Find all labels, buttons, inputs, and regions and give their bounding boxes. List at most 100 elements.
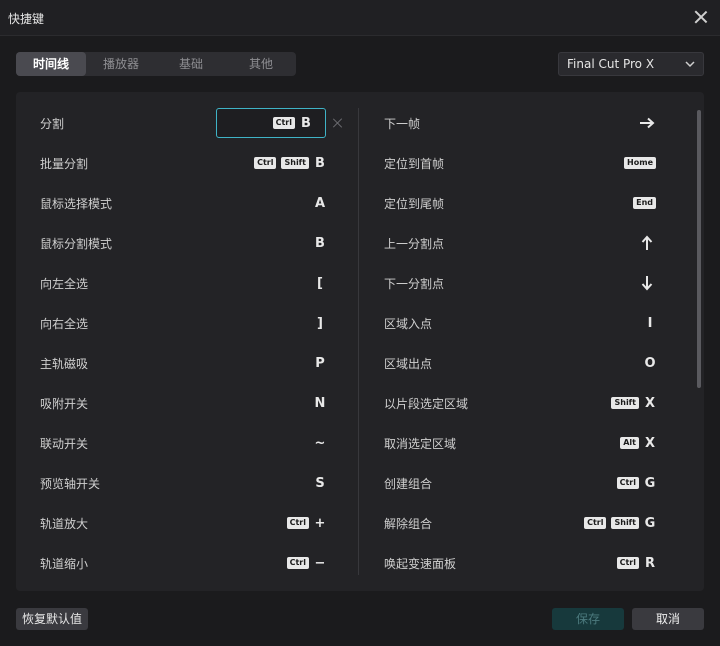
- column-divider: [358, 108, 359, 575]
- shortcut-panel: 分割 Ctrl B 批量分割 Ctrl Shift B 鼠标选择模式 A 鼠标分割模式 B 向左全选 […: [16, 92, 704, 591]
- shortcut-row[interactable]: 上一分割点: [360, 224, 690, 264]
- shortcut-keys: Ctrl Shift B: [254, 153, 326, 173]
- arrow-up-icon: [641, 235, 653, 250]
- shortcut-label: 轨道放大: [40, 517, 89, 531]
- shortcut-label: 下一分割点: [384, 277, 445, 291]
- shortcut-row[interactable]: 创建组合 Ctrl G: [360, 464, 690, 504]
- shortcut-label: 向左全选: [40, 277, 89, 291]
- shortcut-label: 唤起变速面板: [384, 557, 457, 571]
- shortcut-row[interactable]: 下一帧: [360, 104, 690, 144]
- shortcut-keys: O: [644, 353, 656, 373]
- clear-shortcut-icon[interactable]: [332, 117, 344, 129]
- shortcut-keys: B: [314, 233, 326, 253]
- key-label: +: [314, 515, 326, 531]
- shortcut-label: 定位到尾帧: [384, 197, 445, 211]
- arrow-right-icon: [640, 117, 655, 129]
- shortcut-keys: S: [314, 473, 326, 493]
- modifier-key-badge: Ctrl: [272, 117, 295, 129]
- title-bar: 快捷键: [0, 0, 720, 36]
- shortcut-keys: Ctrl B: [272, 113, 312, 133]
- shortcut-row[interactable]: 预览轴开关 S: [16, 464, 358, 504]
- shortcut-label: 创建组合: [384, 477, 433, 491]
- shortcut-label: 上一分割点: [384, 237, 445, 251]
- shortcut-keys: Ctrl R: [616, 553, 656, 573]
- shortcut-label: 分割: [40, 117, 65, 131]
- shortcut-row[interactable]: 向左全选 [: [16, 264, 358, 304]
- arrow-down-icon: [641, 276, 653, 291]
- shortcut-row[interactable]: 主轨磁吸 P: [16, 344, 358, 384]
- shortcut-keys: Shift X: [611, 393, 656, 413]
- tab-basic[interactable]: 基础: [156, 52, 226, 76]
- shortcut-keys: Ctrl +: [286, 513, 326, 533]
- key-label: P: [315, 355, 325, 371]
- key-label: −: [314, 555, 326, 571]
- preset-selected-value: Final Cut Pro X: [567, 57, 655, 71]
- modifier-key-badge: Shift: [611, 397, 639, 409]
- shortcut-label: 轨道缩小: [40, 557, 89, 571]
- shortcut-row[interactable]: 吸附开关 N: [16, 384, 358, 424]
- save-button[interactable]: 保存: [552, 608, 624, 630]
- tab-timeline[interactable]: 时间线: [16, 52, 86, 76]
- shortcut-keys: Ctrl −: [286, 553, 326, 573]
- shortcut-keys: [638, 233, 656, 253]
- shortcut-keys: P: [314, 353, 326, 373]
- shortcut-keys: Ctrl Shift G: [584, 513, 656, 533]
- key-label: ~: [314, 435, 326, 451]
- shortcut-row[interactable]: 鼠标分割模式 B: [16, 224, 358, 264]
- modifier-key-badge: Home: [624, 157, 656, 169]
- key-label: I: [647, 315, 653, 331]
- shortcut-row[interactable]: 批量分割 Ctrl Shift B: [16, 144, 358, 184]
- scrollbar-thumb[interactable]: [697, 110, 701, 388]
- shortcut-row[interactable]: 解除组合 Ctrl Shift G: [360, 504, 690, 544]
- shortcut-label: 下一帧: [384, 117, 421, 131]
- modifier-key-badge: Ctrl: [616, 557, 639, 569]
- shortcut-row[interactable]: 鼠标选择模式 A: [16, 184, 358, 224]
- close-icon[interactable]: [692, 8, 710, 26]
- key-label: [: [317, 275, 323, 291]
- shortcut-keys: [638, 113, 656, 133]
- preset-dropdown[interactable]: Final Cut Pro X: [558, 52, 704, 76]
- shortcut-keys: N: [314, 393, 326, 413]
- shortcut-row[interactable]: 下一分割点: [360, 264, 690, 304]
- key-label: X: [644, 435, 656, 451]
- key-label: R: [644, 555, 655, 571]
- shortcut-keys: [: [314, 273, 326, 293]
- shortcut-label: 主轨磁吸: [40, 357, 89, 371]
- modifier-key-badge: End: [633, 197, 656, 209]
- shortcut-row[interactable]: 联动开关 ~: [16, 424, 358, 464]
- key-label: B: [315, 235, 325, 251]
- shortcut-row[interactable]: 轨道放大 Ctrl +: [16, 504, 358, 544]
- key-label: ]: [317, 315, 323, 331]
- shortcut-row[interactable]: 向右全选]: [16, 304, 358, 344]
- modifier-key-badge: Shift: [281, 157, 309, 169]
- shortcut-label: 区域入点: [384, 317, 433, 331]
- shortcut-label: 定位到首帧: [384, 157, 445, 171]
- shortcut-label: 预览轴开关: [40, 477, 101, 491]
- shortcut-row[interactable]: 分割 Ctrl B: [16, 104, 358, 144]
- shortcut-label: 吸附开关: [40, 397, 89, 411]
- shortcut-keys: Home: [624, 153, 656, 173]
- shortcut-row[interactable]: 以片段选定区域 Shift X: [360, 384, 690, 424]
- shortcut-keys: I: [644, 313, 656, 333]
- dialog-title: 快捷键: [8, 12, 45, 26]
- shortcut-label: 鼠标选择模式: [40, 197, 113, 211]
- shortcut-label: 向右全选: [40, 317, 89, 331]
- shortcut-row[interactable]: 区域入点 I: [360, 304, 690, 344]
- shortcut-row[interactable]: 轨道缩小 Ctrl −: [16, 544, 358, 584]
- reset-defaults-button[interactable]: 恢复默认值: [16, 608, 88, 630]
- key-label: B: [315, 155, 325, 171]
- modifier-key-badge: Ctrl: [286, 557, 309, 569]
- shortcut-row[interactable]: 定位到首帧 Home: [360, 144, 690, 184]
- shortcut-keys: ~: [314, 433, 326, 453]
- tab-player[interactable]: 播放器: [86, 52, 156, 76]
- shortcut-row[interactable]: 定位到尾帧 End: [360, 184, 690, 224]
- shortcut-keys: End: [633, 193, 656, 213]
- shortcut-row[interactable]: 区域出点 O: [360, 344, 690, 384]
- shortcut-row[interactable]: 唤起变速面板 Ctrl R: [360, 544, 690, 584]
- cancel-button[interactable]: 取消: [632, 608, 704, 630]
- chevron-down-icon: [685, 61, 695, 68]
- shortcut-row[interactable]: 取消选定区域 Alt X: [360, 424, 690, 464]
- modifier-key-badge: Ctrl: [616, 477, 639, 489]
- key-label: O: [644, 355, 656, 371]
- tab-other[interactable]: 其他: [226, 52, 296, 76]
